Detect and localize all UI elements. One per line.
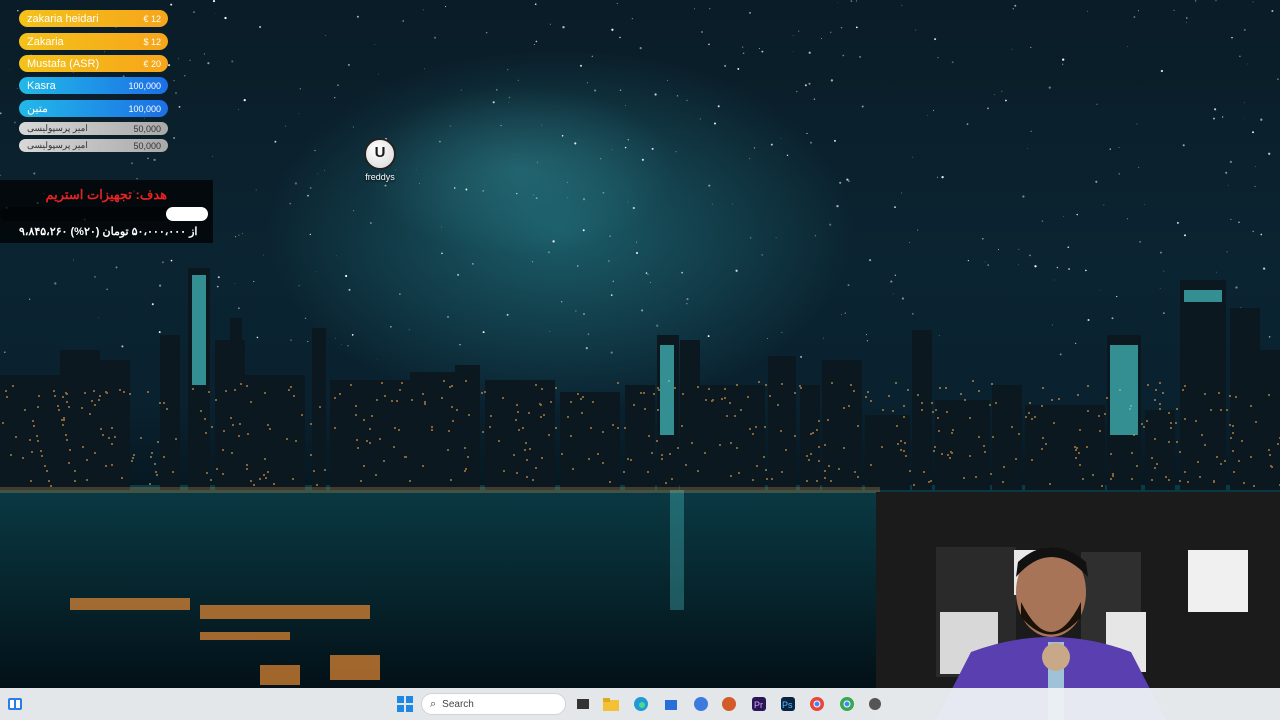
photoshop-icon[interactable]: Ps — [777, 693, 799, 715]
donation-item: Kasra 100,000 — [19, 77, 168, 94]
file-explorer-icon[interactable] — [600, 693, 622, 715]
search-icon: ⌕ — [430, 697, 437, 710]
unreal-engine-icon: U — [364, 138, 396, 170]
svg-text:Pr: Pr — [754, 700, 763, 710]
donor-name: متین — [27, 103, 48, 115]
edge-icon[interactable] — [630, 693, 652, 715]
desktop-icon-label: freddys — [365, 172, 395, 182]
goal-progress-track — [0, 207, 208, 221]
search-placeholder: Search — [442, 698, 474, 710]
task-view-icon[interactable] — [572, 693, 594, 715]
store-icon[interactable] — [660, 693, 682, 715]
donation-amount: € 12 — [143, 13, 161, 24]
donation-item: Mustafa (ASR) € 20 — [19, 55, 168, 72]
stream-goal-widget: هدف: تجهیزات استریم ۹،۸۴۵،۲۶۰ از ۵۰،۰۰۰،… — [0, 180, 213, 243]
donation-amount: 50,000 — [133, 140, 161, 151]
donor-name: امیر پرسپولیسی — [27, 140, 88, 150]
goal-title: هدف: تجهیزات استریم — [45, 187, 167, 202]
donor-name: امیر پرسپولیسی — [27, 123, 88, 133]
donation-item: متین 100,000 — [19, 100, 168, 117]
donation-item: zakaria heidari € 12 — [19, 10, 168, 27]
goal-progress-fill — [166, 207, 208, 221]
donation-amount: 50,000 — [133, 123, 161, 134]
webcam-overlay — [876, 492, 1280, 720]
donation-amount: 100,000 — [128, 103, 161, 114]
widgets-icon[interactable] — [4, 693, 26, 715]
donation-item: Zakaria $ 12 — [19, 33, 168, 50]
donor-name: Kasra — [27, 79, 56, 92]
donation-amount: € 20 — [143, 58, 161, 69]
browser-icon[interactable] — [690, 693, 712, 715]
windows-taskbar: ⌕ Search Pr Ps — [0, 688, 1280, 720]
donation-amount: 100,000 — [128, 80, 161, 91]
streamer-video — [876, 492, 1280, 720]
premiere-icon[interactable]: Pr — [748, 693, 770, 715]
chrome-profile-icon[interactable] — [836, 693, 858, 715]
start-icon[interactable] — [394, 693, 416, 715]
goal-progress-text: ۹،۸۴۵،۲۶۰ از ۵۰،۰۰۰،۰۰۰ تومان (۲۰%) — [19, 226, 198, 238]
desktop-icon-freddys[interactable]: U freddys — [360, 138, 400, 182]
donation-item: امیر پرسپولیسی 50,000 — [19, 122, 168, 135]
donor-name: Mustafa (ASR) — [27, 57, 100, 70]
donation-amount: $ 12 — [143, 36, 161, 47]
settings-icon[interactable] — [864, 693, 886, 715]
chrome-icon[interactable] — [806, 693, 828, 715]
donor-name: zakaria heidari — [27, 12, 99, 25]
donor-name: Zakaria — [27, 35, 64, 48]
donation-item: امیر پرسپولیسی 50,000 — [19, 139, 168, 152]
taskbar-search[interactable]: ⌕ Search — [421, 693, 566, 715]
svg-text:Ps: Ps — [782, 700, 793, 710]
vpn-icon[interactable] — [718, 693, 740, 715]
